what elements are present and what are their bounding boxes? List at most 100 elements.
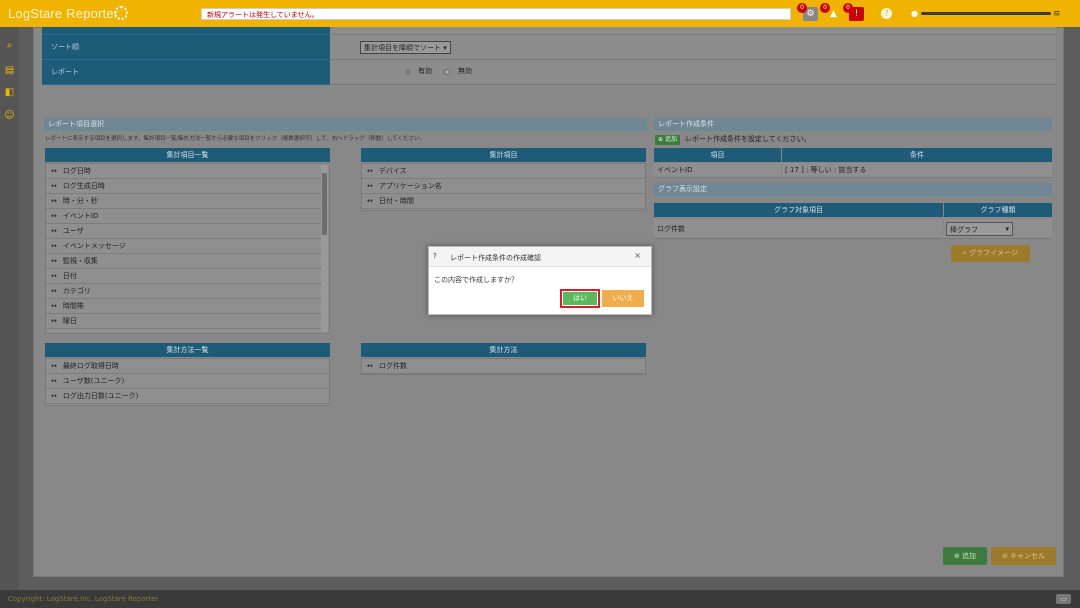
- method-selected-list[interactable]: ↔ ログ件数: [361, 358, 646, 375]
- method-selected-header: 集計方法: [361, 343, 646, 357]
- drag-handle-icon[interactable]: ↔: [51, 302, 57, 310]
- alert-bar[interactable]: 新規アラートは発生していません。: [201, 8, 791, 20]
- list-item[interactable]: ↔ 日付: [46, 269, 329, 284]
- menu-icon[interactable]: ≡: [1053, 9, 1061, 19]
- add-icon: ⊕: [658, 136, 664, 143]
- agg-list[interactable]: ↔ ログ日時 ↔ ログ生成日時 ↔ 時・分・秒 ↔ イベントID ↔ ユーザ ↔ イベントメッセージ ↔…: [45, 163, 330, 334]
- copyright: Copyright: LogStare,Inc. LogStare Report…: [8, 595, 159, 603]
- list-item[interactable]: ↔ イベントメッセージ: [46, 239, 329, 254]
- chevron-down-icon: ▾: [443, 44, 447, 52]
- list-item[interactable]: ↔ ログ生成日時: [46, 179, 329, 194]
- sort-label: ソート順: [42, 35, 330, 60]
- list-item[interactable]: ↔ 日付・時間: [362, 194, 645, 209]
- list-item-label: カテゴリ: [62, 287, 91, 295]
- drag-handle-icon[interactable]: ↔: [51, 257, 57, 265]
- list-item-label: イベントメッセージ: [62, 242, 126, 250]
- list-item-label: ログ日時: [62, 167, 91, 175]
- list-item-label: ユーザ数(ユニーク): [62, 377, 125, 385]
- cancel-button[interactable]: ⊘ キャンセル: [991, 547, 1056, 565]
- close-icon[interactable]: ×: [634, 251, 641, 260]
- graph-target-header: グラフ対象項目: [654, 203, 943, 217]
- agg-selected-items: ↔ デバイス ↔ アプリケーション名 ↔ 日付・時間: [362, 164, 645, 209]
- graph-type-select[interactable]: 棒グラフ ▾: [946, 222, 1013, 236]
- list-item[interactable]: ↔ 時・分・秒: [46, 194, 329, 209]
- list-item[interactable]: ↔ 最終ログ取得日時: [46, 359, 329, 374]
- drag-handle-icon[interactable]: ↔: [51, 272, 57, 280]
- method-list[interactable]: ↔ 最終ログ取得日時 ↔ ユーザ数(ユニーク) ↔ ログ出力日数(ユニーク): [45, 358, 330, 406]
- no-button[interactable]: いいえ: [602, 290, 644, 307]
- agg-list-header: 集計項目一覧: [45, 148, 330, 162]
- list-item[interactable]: ↔ 曜日: [46, 314, 329, 329]
- method-selected-items: ↔ ログ件数: [362, 359, 645, 374]
- list-item[interactable]: ↔ ログ日時: [46, 164, 329, 179]
- drag-handle-icon[interactable]: ↔: [51, 242, 57, 250]
- condition-item-cell[interactable]: イベントID: [654, 163, 781, 178]
- drag-handle-icon[interactable]: ↔: [51, 227, 57, 235]
- form-row-report: レポート 有効 無効: [42, 60, 1056, 85]
- search-icon[interactable]: ⌕: [3, 39, 16, 52]
- scrollbar[interactable]: [321, 165, 328, 332]
- report-items-header: レポート項目選択: [44, 118, 647, 131]
- agg-selected-list[interactable]: ↔ デバイス ↔ アプリケーション名 ↔ 日付・時間: [361, 163, 646, 211]
- condition-value-cell[interactable]: [ 17 ] : 等しい : 該当する: [782, 163, 1052, 178]
- dialog-title: レポート作成条件の作成確認: [450, 254, 541, 262]
- graph-image-button[interactable]: ⌕ グラフイメージ: [951, 245, 1030, 262]
- chevron-down-icon: ▾: [1005, 225, 1009, 233]
- drag-handle-icon[interactable]: ↔: [51, 392, 57, 400]
- badge-count: 0: [797, 3, 807, 13]
- list-item[interactable]: ↔ ユーザ数(ユニーク): [46, 374, 329, 389]
- radio-disabled[interactable]: [444, 69, 450, 75]
- drag-handle-icon[interactable]: ↔: [367, 182, 373, 190]
- footer: Copyright: LogStare,Inc. LogStare Report…: [0, 590, 1080, 608]
- scrollbar-thumb[interactable]: [322, 173, 327, 235]
- form-row-sort: ソート順 集計項目を降順でソート ▾: [42, 35, 1056, 60]
- list-item-label: 監視・収集: [62, 257, 98, 265]
- radio-enabled[interactable]: [405, 69, 411, 75]
- top-bar: LogStare Reporter 新規アラートは発生していません。 ⚙ 0 ▲…: [0, 0, 1080, 27]
- report-icon[interactable]: ◧: [3, 86, 16, 99]
- drag-handle-icon[interactable]: ↔: [51, 362, 57, 370]
- sort-value-cell: 集計項目を降順でソート ▾: [330, 35, 1056, 60]
- badge-count: 0: [843, 3, 853, 13]
- list-item[interactable]: ↔ ログ件数: [362, 359, 645, 374]
- users-icon[interactable]: ☺: [3, 109, 16, 122]
- list-item-label: アプリケーション名: [378, 182, 442, 190]
- drag-handle-icon[interactable]: ↔: [51, 182, 57, 190]
- list-item-label: ログ生成日時: [62, 182, 105, 190]
- graph-image-label: グラフイメージ: [969, 249, 1019, 257]
- user-icon[interactable]: ●: [911, 9, 919, 18]
- add-button[interactable]: ⊕ 追加: [943, 547, 987, 565]
- sort-select[interactable]: 集計項目を降順でソート ▾: [360, 41, 451, 54]
- list-item[interactable]: ↔ ログ出力日数(ユニーク): [46, 389, 329, 404]
- drag-handle-icon[interactable]: ↔: [51, 212, 57, 220]
- cancel-button-label: キャンセル: [1010, 552, 1046, 560]
- dialog-message: この内容で作成しますか？: [434, 276, 518, 284]
- drag-handle-icon[interactable]: ↔: [51, 167, 57, 175]
- list-item[interactable]: ↔ ユーザ: [46, 224, 329, 239]
- user-name[interactable]: [921, 12, 1051, 15]
- list-item[interactable]: ↔ 監視・収集: [46, 254, 329, 269]
- drag-handle-icon[interactable]: ↔: [367, 362, 373, 370]
- drag-handle-icon[interactable]: ↔: [51, 197, 57, 205]
- side-nav: ⌕ ▤ ◧ ☺: [0, 27, 19, 590]
- form-row-partial: [42, 27, 1056, 35]
- scroll-top-icon[interactable]: ▭: [1056, 594, 1071, 604]
- drag-handle-icon[interactable]: ↔: [367, 167, 373, 175]
- add-condition-button[interactable]: ⊕ 追加: [655, 135, 680, 145]
- drag-handle-icon[interactable]: ↔: [51, 317, 57, 325]
- list-item[interactable]: ↔ カテゴリ: [46, 284, 329, 299]
- list-item[interactable]: ↔ イベントID: [46, 209, 329, 224]
- conditions-header: レポート作成条件: [654, 118, 1052, 131]
- list-item[interactable]: ↔ 時間帯: [46, 299, 329, 314]
- drag-handle-icon[interactable]: ↔: [51, 287, 57, 295]
- list-item-label: ユーザ: [62, 227, 84, 235]
- report-label: レポート: [42, 60, 330, 85]
- drag-handle-icon[interactable]: ↔: [51, 377, 57, 385]
- list-item[interactable]: ↔ デバイス: [362, 164, 645, 179]
- drag-handle-icon[interactable]: ↔: [367, 197, 373, 205]
- yes-button[interactable]: はい: [560, 289, 600, 308]
- chart-icon[interactable]: ▤: [3, 64, 16, 77]
- list-item[interactable]: ↔ アプリケーション名: [362, 179, 645, 194]
- app-title[interactable]: LogStare Reporter: [8, 6, 118, 21]
- help-icon[interactable]: ?: [881, 8, 892, 19]
